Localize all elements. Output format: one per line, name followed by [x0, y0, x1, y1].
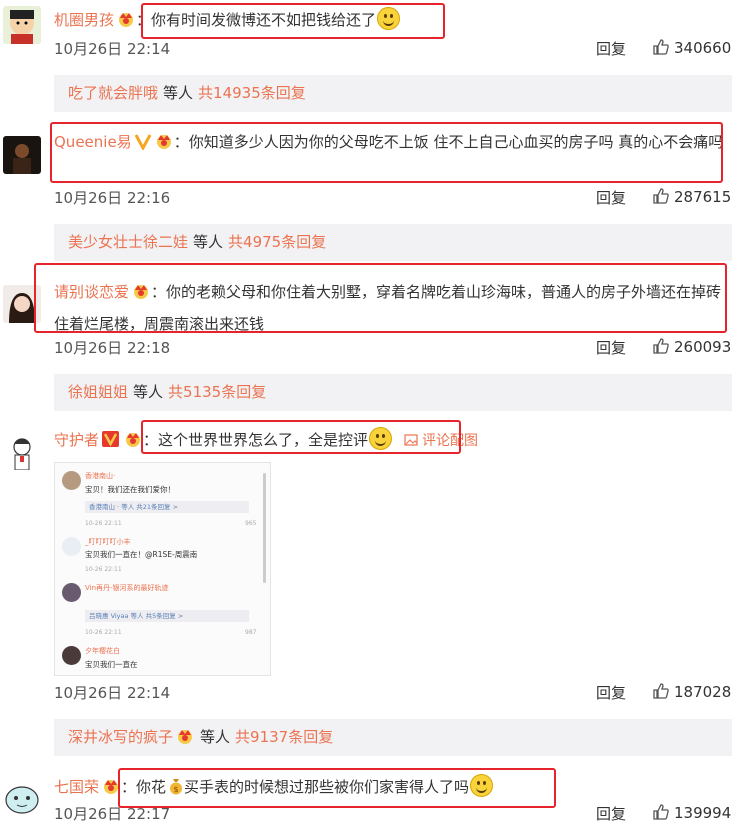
like-button[interactable]: 260093	[652, 337, 731, 356]
thumb-scrollbar	[263, 473, 266, 583]
username[interactable]: 机圈男孩	[54, 11, 114, 29]
reply-count-link[interactable]: 共4975条回复	[228, 233, 326, 251]
timestamp: 10月26日 22:16	[54, 189, 171, 207]
like-button[interactable]: 287615	[652, 187, 731, 206]
reply-button[interactable]: 回复	[596, 187, 626, 208]
replies-bar[interactable]: 深井冰写的疯子 等人 共9137条回复	[54, 719, 732, 756]
highlight-box	[141, 420, 461, 454]
avatar[interactable]	[3, 6, 41, 44]
reply-button[interactable]: 回复	[596, 803, 626, 824]
username[interactable]: 七国荣	[54, 778, 99, 796]
thumb-username: _叮叮叮叮小丰	[85, 538, 131, 546]
thumb-likes: 965	[245, 520, 257, 527]
thumb-replies-bar: 吕晓惠 Viyaa 等人 共5条回复 >	[85, 610, 249, 622]
avatar[interactable]	[3, 136, 41, 174]
reply-button[interactable]: 回复	[596, 682, 626, 703]
like-count: 340660	[674, 39, 732, 57]
like-count: 287615	[674, 188, 732, 206]
replies-label: 等人	[193, 233, 224, 251]
reply-count-link[interactable]: 共9137条回复	[235, 728, 333, 746]
thumb-username: 香港南山·	[85, 472, 116, 480]
highlight-box	[141, 3, 445, 39]
reply-username[interactable]: 深井冰写的疯子	[68, 728, 173, 746]
thumb-username: 夕年樱花白	[85, 647, 120, 655]
like-count: 260093	[674, 338, 732, 356]
replies-bar[interactable]: 徐姐姐姐 等人 共5135条回复	[54, 374, 732, 411]
thumb-avatar	[62, 646, 81, 665]
reply-button[interactable]: 回复	[596, 38, 626, 59]
username[interactable]: 守护者	[54, 431, 99, 449]
thumb-time: 10-26 22:11	[85, 566, 122, 573]
thumbs-up-icon	[653, 804, 669, 820]
thumb-likes: 987	[245, 629, 257, 636]
like-button[interactable]: 340660	[652, 38, 731, 57]
thumb-username: Vin再丹-银河系的最好轨迹	[85, 584, 169, 592]
verified-v-badge-icon	[101, 429, 121, 458]
highlight-box	[34, 263, 727, 333]
thumbs-up-icon	[653, 338, 669, 354]
thumb-time: 10-26 22:11	[85, 520, 122, 527]
thumb-text: 宝贝我们一直在！@R1SE-周震南	[85, 550, 198, 559]
thumb-time: 10-26 22:11	[85, 629, 122, 636]
replies-label: 等人	[163, 84, 194, 102]
reply-button[interactable]: 回复	[596, 337, 626, 358]
thumbs-up-icon	[653, 683, 669, 699]
thumb-avatar	[62, 471, 81, 490]
reply-count-link[interactable]: 共5135条回复	[168, 383, 266, 401]
thumb-avatar	[62, 583, 81, 602]
like-button[interactable]: 139994	[652, 803, 731, 822]
avatar[interactable]	[3, 432, 41, 470]
reply-username[interactable]: 徐姐姐姐	[68, 383, 128, 401]
replies-bar[interactable]: 美少女壮士徐二娃 等人 共4975条回复	[54, 224, 732, 261]
replies-bar[interactable]: 吃了就会胖哦 等人 共14935条回复	[54, 75, 732, 112]
reply-username[interactable]: 美少女壮士徐二娃	[68, 233, 188, 251]
thumb-avatar	[62, 537, 81, 556]
avatar[interactable]	[3, 778, 41, 816]
vip-crown-icon	[175, 722, 195, 759]
timestamp: 10月26日 22:14	[54, 684, 171, 702]
thumbs-up-icon	[653, 188, 669, 204]
timestamp: 10月26日 22:18	[54, 339, 171, 357]
thumb-text: 宝贝我们一直在	[85, 660, 138, 669]
highlight-box	[118, 768, 556, 808]
like-button[interactable]: 187028	[652, 682, 731, 701]
thumb-text: 宝贝！我们还在我们爱你！	[85, 485, 175, 494]
highlight-box	[50, 122, 723, 183]
replies-label: 等人	[133, 383, 164, 401]
reply-username[interactable]: 吃了就会胖哦	[68, 84, 158, 102]
thumb-replies-bar: 香港南山 · 等人 共21条回复 >	[85, 501, 249, 513]
like-count: 139994	[674, 804, 732, 822]
reply-count-link[interactable]: 共14935条回复	[198, 84, 306, 102]
replies-label: 等人	[200, 728, 231, 746]
vip-crown-icon	[116, 9, 136, 38]
like-count: 187028	[674, 683, 732, 701]
comment-image-thumbnail[interactable]: 香港南山· 宝贝！我们还在我们爱你！ 香港南山 · 等人 共21条回复 > 10…	[54, 462, 271, 676]
timestamp: 10月26日 22:14	[54, 40, 171, 58]
thumbs-up-icon	[653, 39, 669, 55]
